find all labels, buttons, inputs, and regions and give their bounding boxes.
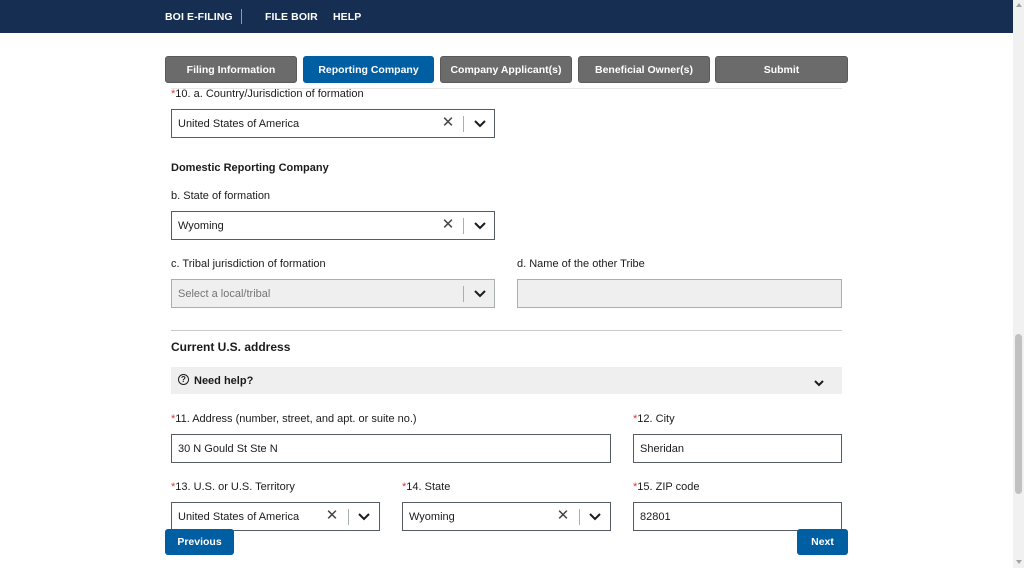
top-nav-bar: BOI E-FILING FILE BOIR HELP (0, 0, 1013, 33)
address-input[interactable]: 30 N Gould St Ste N (171, 434, 611, 463)
address-heading: Current U.S. address (171, 340, 291, 354)
chevron-down-icon[interactable] (357, 511, 371, 523)
question-circle-icon: ? (178, 374, 189, 385)
tribal-combobox[interactable]: Select a local/tribal (171, 279, 495, 308)
state-formation-value: Wyoming (178, 220, 224, 232)
combo-separator (463, 116, 464, 132)
combo-separator (579, 509, 580, 525)
nav-boi-efiling[interactable]: BOI E-FILING (165, 11, 233, 23)
state-combobox[interactable]: Wyoming ✕ (402, 502, 611, 531)
next-button[interactable]: Next (797, 529, 848, 555)
zip-label: *15. ZIP code (633, 481, 700, 493)
chevron-down-icon (813, 376, 825, 394)
section-divider (171, 330, 842, 331)
combo-separator (348, 509, 349, 525)
other-tribe-input[interactable] (517, 279, 842, 308)
other-tribe-label: d. Name of the other Tribe (517, 258, 645, 270)
chevron-down-icon[interactable] (473, 220, 487, 232)
clear-icon[interactable]: ✕ (325, 508, 339, 523)
chevron-down-icon[interactable] (473, 288, 487, 300)
scroll-down-arrow-icon[interactable] (1016, 560, 1022, 564)
state-formation-label: b. State of formation (171, 190, 271, 202)
step-submit[interactable]: Submit (715, 56, 848, 83)
step-navigation: Filing Information Reporting Company Com… (165, 56, 848, 83)
zip-input[interactable]: 82801 (633, 502, 842, 531)
step-reporting-company[interactable]: Reporting Company (303, 56, 434, 83)
need-help-accordion[interactable]: ? Need help? (171, 367, 842, 394)
scroll-up-arrow-icon[interactable] (1016, 3, 1022, 7)
previous-button[interactable]: Previous (165, 529, 234, 555)
step-beneficial-owners[interactable]: Beneficial Owner(s) (578, 56, 710, 83)
tribal-placeholder: Select a local/tribal (178, 288, 271, 300)
need-help-label: Need help? (194, 375, 254, 387)
nav-help[interactable]: HELP (333, 11, 361, 23)
nav-separator (241, 9, 242, 24)
city-input[interactable]: Sheridan (633, 434, 842, 463)
country-value: United States of America (178, 118, 300, 130)
step-company-applicants[interactable]: Company Applicant(s) (440, 56, 572, 83)
state-label: *14. State (402, 481, 451, 493)
combo-separator (463, 218, 464, 234)
territory-combobox[interactable]: United States of America ✕ (171, 502, 380, 531)
territory-label: *13. U.S. or U.S. Territory (171, 481, 295, 493)
country-combobox[interactable]: United States of America ✕ (171, 109, 495, 138)
scrollbar-thumb[interactable] (1015, 334, 1022, 494)
tribal-label: c. Tribal jurisdiction of formation (171, 258, 326, 270)
territory-value: United States of America (178, 511, 300, 523)
state-value: Wyoming (409, 511, 455, 523)
city-label: *12. City (633, 413, 675, 425)
step-filing-information[interactable]: Filing Information (165, 56, 297, 83)
domestic-heading: Domestic Reporting Company (171, 162, 329, 174)
combo-separator (463, 286, 464, 302)
nav-file-boir[interactable]: FILE BOIR (265, 11, 318, 23)
clear-icon[interactable]: ✕ (556, 508, 570, 523)
address-label: *11. Address (number, street, and apt. o… (171, 413, 417, 425)
clear-icon[interactable]: ✕ (441, 217, 455, 232)
chevron-down-icon[interactable] (473, 118, 487, 130)
clear-icon[interactable]: ✕ (441, 115, 455, 130)
country-label: *10. a. Country/Jurisdiction of formatio… (171, 88, 364, 100)
chevron-down-icon[interactable] (588, 511, 602, 523)
state-formation-combobox[interactable]: Wyoming ✕ (171, 211, 495, 240)
